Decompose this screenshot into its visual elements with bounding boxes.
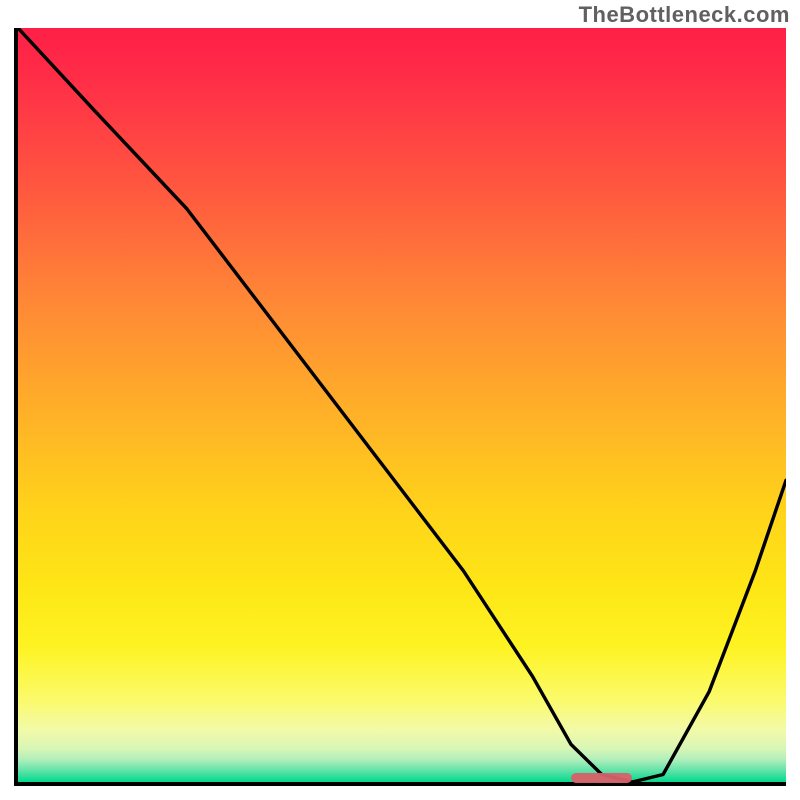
plot-area [14, 28, 786, 786]
watermark-text: TheBottleneck.com [579, 2, 790, 28]
curve-path [18, 28, 786, 782]
optimum-marker [571, 773, 632, 783]
bottleneck-curve [18, 28, 786, 782]
chart-frame: TheBottleneck.com [0, 0, 800, 800]
